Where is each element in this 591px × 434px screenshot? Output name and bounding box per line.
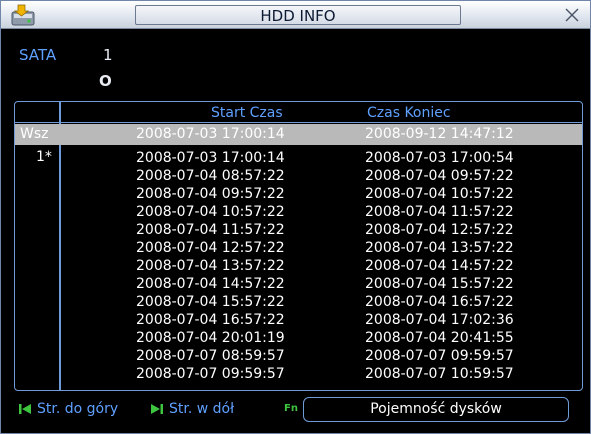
row-start: 2008-07-04 16:57:22 <box>136 312 285 328</box>
header-end-time: Czas Koniec <box>367 105 451 121</box>
row-end: 2008-07-04 13:57:22 <box>365 240 514 256</box>
row-start: 2008-07-04 09:57:22 <box>136 186 285 202</box>
page-up-label: Str. do góry <box>37 401 119 417</box>
close-icon[interactable] <box>563 6 581 24</box>
table-row[interactable]: 2008-07-04 09:57:22 2008-07-04 10:57:22 <box>15 186 582 203</box>
row-end: 2008-07-03 17:00:54 <box>365 150 514 166</box>
hdd-info-window: HDD INFO SATA 1 O Start Czas Czas Koniec… <box>0 0 591 434</box>
page-up-button[interactable]: Str. do góry <box>19 401 118 417</box>
row-end: 2008-07-04 17:02:36 <box>365 312 514 328</box>
row-start: 2008-07-04 14:57:22 <box>136 276 285 292</box>
sata-status: O <box>99 72 112 90</box>
table-row[interactable]: 2008-07-04 12:57:22 2008-07-04 13:57:22 <box>15 240 582 257</box>
row-end: 2008-07-04 11:57:22 <box>365 204 514 220</box>
table-row[interactable]: 2008-07-04 14:57:22 2008-07-04 15:57:22 <box>15 276 582 293</box>
sata-number: 1 <box>103 46 113 64</box>
row-start: 2008-07-04 13:57:22 <box>136 258 285 274</box>
row-all-label: Wsz <box>20 126 49 142</box>
row-start: 2008-07-04 20:01:19 <box>136 330 285 346</box>
row-start: 2008-07-03 17:00:14 <box>136 150 285 166</box>
table-row[interactable]: 2008-07-04 08:57:22 2008-07-04 09:57:22 <box>15 168 582 185</box>
row-start: 2008-07-04 12:57:22 <box>136 240 285 256</box>
page-down-label: Str. w dół <box>169 401 235 417</box>
header-start-time: Start Czas <box>211 105 283 121</box>
row-end: 2008-07-07 10:59:57 <box>365 366 514 382</box>
header-divider <box>15 122 582 123</box>
page-down-icon <box>151 404 163 414</box>
row-all-end: 2008-09-12 14:47:12 <box>365 126 514 142</box>
row-end: 2008-07-04 12:57:22 <box>365 222 514 238</box>
fn-icon: Fn <box>284 403 298 414</box>
row-all-start: 2008-07-03 17:00:14 <box>136 126 285 142</box>
table-row[interactable]: 2008-07-04 16:57:22 2008-07-04 17:02:36 <box>15 312 582 329</box>
table-row[interactable]: 2008-07-04 13:57:22 2008-07-04 14:57:22 <box>15 258 582 275</box>
row-end: 2008-07-04 16:57:22 <box>365 294 514 310</box>
title-bar[interactable]: HDD INFO <box>1 1 590 29</box>
row-start: 2008-07-04 15:57:22 <box>136 294 285 310</box>
table-row[interactable]: 2008-07-03 17:00:14 2008-07-03 17:00:54 <box>15 150 582 167</box>
table-row[interactable]: 2008-07-07 08:59:57 2008-07-07 09:59:57 <box>15 348 582 365</box>
page-up-icon <box>19 404 31 414</box>
row-end: 2008-07-07 09:59:57 <box>365 348 514 364</box>
row-end: 2008-07-04 15:57:22 <box>365 276 514 292</box>
table-row[interactable]: 2008-07-04 20:01:19 2008-07-04 20:41:55 <box>15 330 582 347</box>
row-end: 2008-07-04 14:57:22 <box>365 258 514 274</box>
row-end: 2008-07-04 09:57:22 <box>365 168 514 184</box>
title-box: HDD INFO <box>135 5 461 25</box>
table-row[interactable]: 2008-07-04 11:57:22 2008-07-04 12:57:22 <box>15 222 582 239</box>
row-end: 2008-07-04 10:57:22 <box>365 186 514 202</box>
row-start: 2008-07-04 10:57:22 <box>136 204 285 220</box>
row-start: 2008-07-07 08:59:57 <box>136 348 285 364</box>
row-start: 2008-07-04 11:57:22 <box>136 222 285 238</box>
row-start: 2008-07-07 09:59:57 <box>136 366 285 382</box>
table-row[interactable]: 2008-07-04 10:57:22 2008-07-04 11:57:22 <box>15 204 582 221</box>
app-icon <box>9 3 39 27</box>
window-title: HDD INFO <box>260 7 336 25</box>
record-table: Start Czas Czas Koniec Wsz 2008-07-03 17… <box>14 101 583 391</box>
sata-label: SATA <box>19 46 57 64</box>
table-row[interactable]: 2008-07-04 15:57:22 2008-07-04 16:57:22 <box>15 294 582 311</box>
row-start: 2008-07-04 08:57:22 <box>136 168 285 184</box>
disk-capacity-button[interactable]: Pojemność dysków <box>303 397 569 422</box>
row-end: 2008-07-04 20:41:55 <box>365 330 514 346</box>
table-row-all[interactable]: Wsz 2008-07-03 17:00:14 2008-09-12 14:47… <box>15 124 582 145</box>
table-row[interactable]: 2008-07-07 09:59:57 2008-07-07 10:59:57 <box>15 366 582 383</box>
page-down-button[interactable]: Str. w dół <box>151 401 234 417</box>
